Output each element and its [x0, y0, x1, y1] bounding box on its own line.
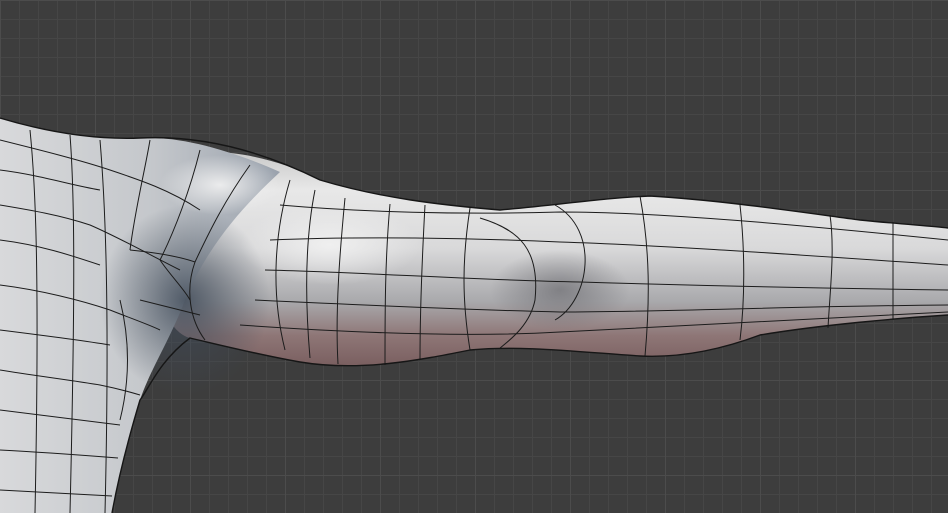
biceps-highlight [240, 205, 420, 285]
elbow-shadow [490, 250, 630, 330]
shoulder-highlight [160, 155, 280, 215]
3d-viewport[interactable] [0, 0, 948, 513]
sculpt-mesh[interactable] [0, 0, 948, 513]
